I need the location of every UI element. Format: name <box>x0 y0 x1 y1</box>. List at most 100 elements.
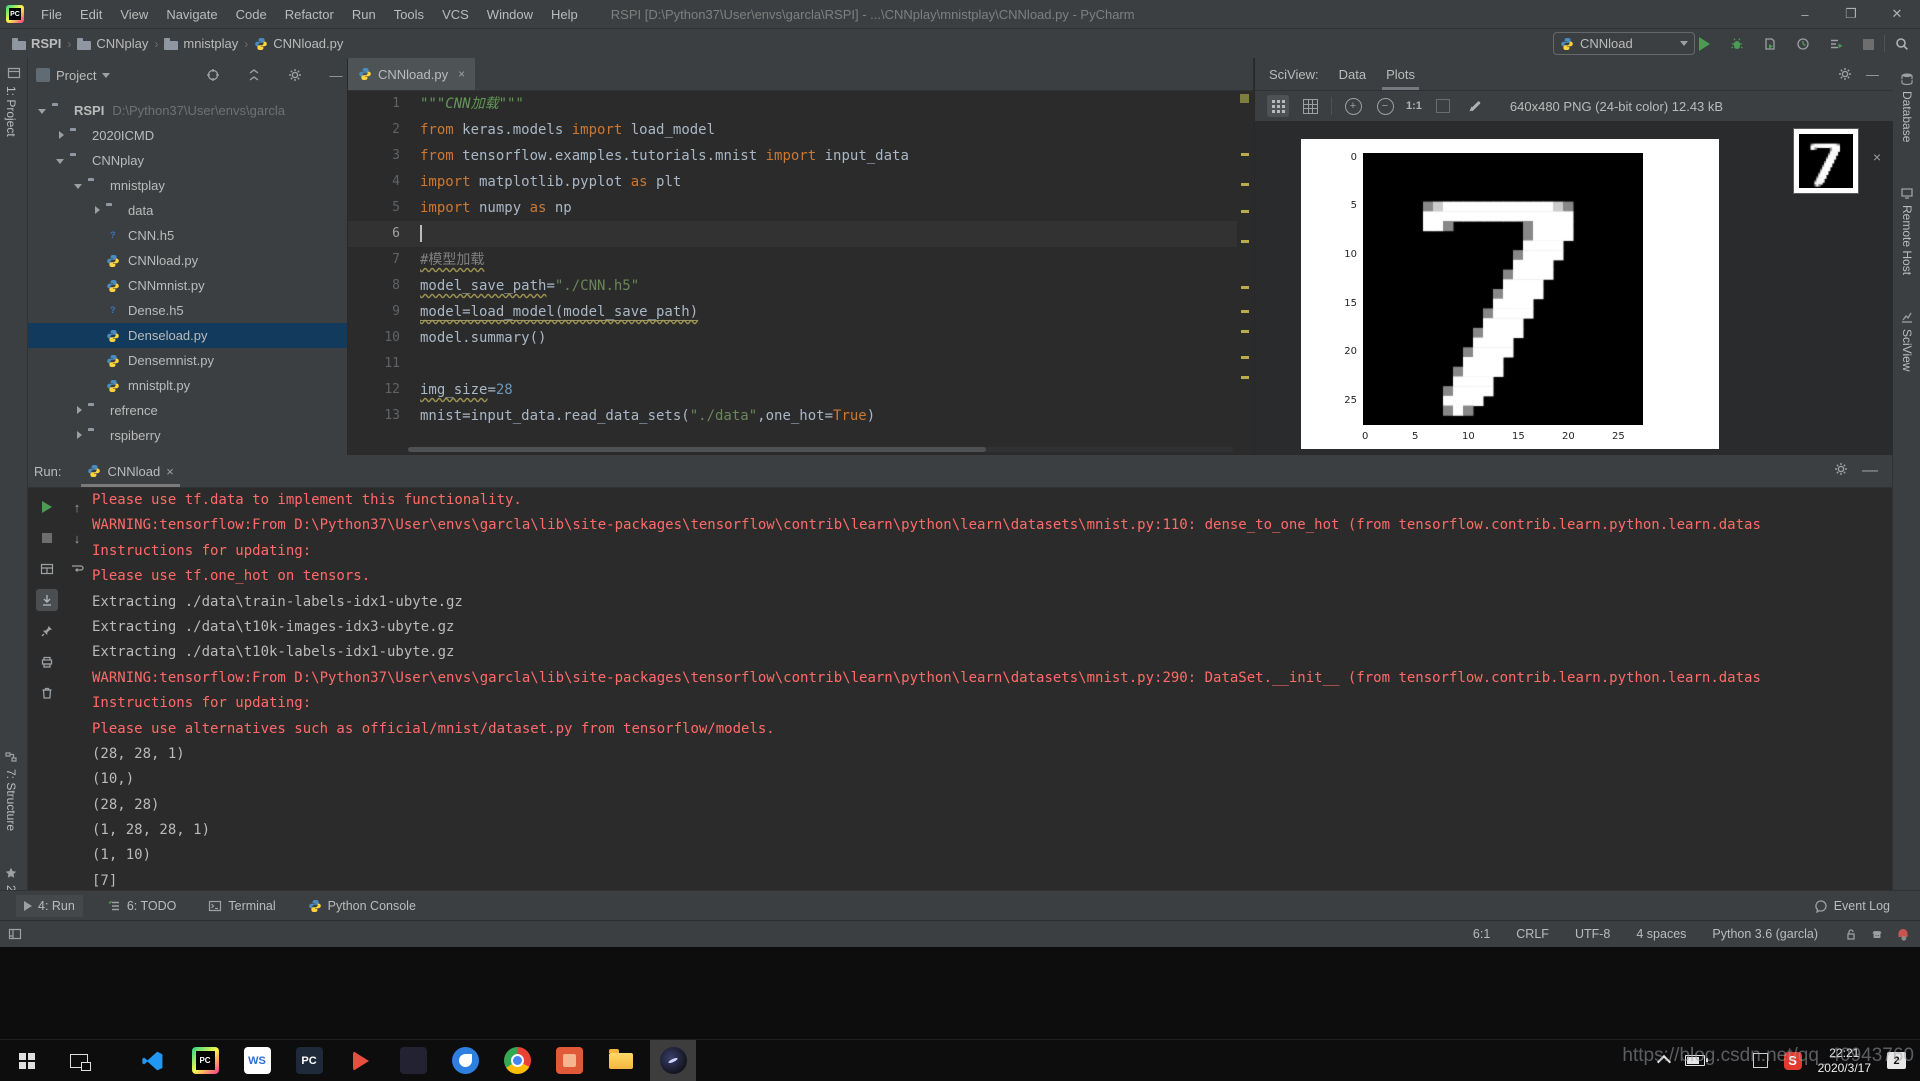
plot-viewport[interactable]: 05101520250510152025 × <box>1255 121 1893 455</box>
toolwindow-switcher-icon[interactable] <box>8 927 22 941</box>
taskbar-clock[interactable]: 22:21 2020/3/17 <box>1818 1046 1871 1076</box>
input-indicator-icon[interactable] <box>1753 1053 1768 1068</box>
maximize-button[interactable]: ❐ <box>1828 0 1874 28</box>
taskbar-app-redapp[interactable] <box>338 1040 384 1081</box>
locate-file-button[interactable] <box>202 65 224 85</box>
menu-window[interactable]: Window <box>478 3 542 26</box>
run-tab-close-icon[interactable]: × <box>166 464 174 479</box>
eyedropper-button[interactable] <box>1464 95 1486 117</box>
tree-item-mnistplay[interactable]: mnistplay <box>28 173 347 198</box>
interpreter-label[interactable]: Python 3.6 (garcla) <box>1712 927 1818 941</box>
inspections-indicator[interactable] <box>1240 94 1249 103</box>
hide-panel-button[interactable]: — <box>325 65 347 85</box>
gear-icon[interactable] <box>1838 67 1852 82</box>
sidebar-item-structure[interactable]: 7: Structure <box>4 750 18 831</box>
soft-wrap-button[interactable] <box>66 558 88 580</box>
tree-item-cnnplay[interactable]: CNNplay <box>28 148 347 173</box>
battery-icon[interactable] <box>1685 1055 1705 1066</box>
taskbar-app-pc[interactable]: PC <box>286 1040 332 1081</box>
tab-close-icon[interactable]: × <box>458 67 465 81</box>
zoom-out-button[interactable]: − <box>1374 95 1396 117</box>
run-tab-cnnload[interactable]: CNNload × <box>79 455 181 487</box>
profiler-button[interactable] <box>1793 34 1813 54</box>
indent-setting[interactable]: 4 spaces <box>1636 927 1686 941</box>
tree-item-cnn-h5[interactable]: ?CNN.h5 <box>28 223 347 248</box>
sidebar-item-sciview[interactable]: SciView <box>1900 310 1914 371</box>
close-button[interactable]: ✕ <box>1874 0 1920 28</box>
tree-item-mnistplt-py[interactable]: mnistplt.py <box>28 373 347 398</box>
sidebar-item-database[interactable]: Database <box>1900 72 1914 142</box>
tree-item-rspi[interactable]: RSPID:\Python37\User\envs\garcla <box>28 98 347 123</box>
plot-thumbnail[interactable] <box>1794 129 1858 193</box>
notification-center-button[interactable]: 2 <box>1887 1052 1906 1069</box>
breadcrumb-item[interactable]: CNNplay <box>77 36 148 51</box>
tree-item-refrence[interactable]: refrence <box>28 398 347 423</box>
code-area[interactable]: 1"""CNN加载"""2from keras.models import lo… <box>348 91 1237 457</box>
menu-run[interactable]: Run <box>343 3 385 26</box>
sidebar-item-remote-host[interactable]: Remote Host <box>1900 186 1914 275</box>
chevron-collapsed-icon[interactable] <box>56 131 66 141</box>
taskbar-app-vscode[interactable] <box>130 1040 176 1081</box>
tab-plots[interactable]: Plots <box>1376 58 1425 90</box>
grid-button[interactable] <box>1299 95 1321 117</box>
restore-layout-button[interactable] <box>36 558 58 580</box>
breadcrumb-item[interactable]: CNNload.py <box>254 36 343 51</box>
hide-panel-button[interactable]: — <box>1862 462 1878 480</box>
menu-view[interactable]: View <box>111 3 157 26</box>
run-configuration-select[interactable]: CNNload <box>1553 32 1695 55</box>
concurrency-diagram-button[interactable] <box>1826 34 1846 54</box>
print-button[interactable] <box>36 651 58 673</box>
tree-item-2020icmd[interactable]: 2020ICMD <box>28 123 347 148</box>
down-stack-button[interactable]: ↓ <box>66 527 88 549</box>
hector-inspector-icon[interactable] <box>1870 927 1884 941</box>
chevron-expanded-icon[interactable] <box>38 106 48 116</box>
event-log-button[interactable]: Event Log <box>1814 899 1890 913</box>
chevron-expanded-icon[interactable] <box>56 156 66 166</box>
tree-item-densemnist-py[interactable]: Densemnist.py <box>28 348 347 373</box>
stop-button[interactable] <box>36 527 58 549</box>
taskbar-app-pycharm[interactable]: PC <box>182 1040 228 1081</box>
panel-settings-button[interactable] <box>284 65 306 85</box>
menu-help[interactable]: Help <box>542 3 587 26</box>
thumbnail-close-icon[interactable]: × <box>1873 149 1881 165</box>
scroll-to-end-button[interactable] <box>36 589 58 611</box>
toolwindow-todo[interactable]: 6: TODO <box>99 895 185 917</box>
tree-item-cnnload-py[interactable]: CNNload.py <box>28 248 347 273</box>
debug-button[interactable] <box>1727 34 1747 54</box>
breadcrumb-item[interactable]: mnistplay <box>164 36 238 51</box>
minimize-button[interactable]: – <box>1782 0 1828 28</box>
pin-tab-button[interactable] <box>36 620 58 642</box>
menu-code[interactable]: Code <box>227 3 276 26</box>
zoom-in-button[interactable]: + <box>1342 95 1364 117</box>
taskbar-app-calculator[interactable] <box>390 1040 436 1081</box>
taskbar-app-orangeapp[interactable] <box>546 1040 592 1081</box>
editor-horizontal-scrollbar[interactable] <box>408 447 1233 452</box>
caret-position[interactable]: 6:1 <box>1473 927 1490 941</box>
project-panel-title[interactable]: Project <box>56 68 96 83</box>
menu-vcs[interactable]: VCS <box>433 3 478 26</box>
menu-refactor[interactable]: Refactor <box>276 3 343 26</box>
breadcrumb-item[interactable]: RSPI <box>12 36 61 51</box>
lock-icon[interactable] <box>1844 927 1858 941</box>
taskbar-app-explorer[interactable] <box>598 1040 644 1081</box>
menu-navigate[interactable]: Navigate <box>157 3 226 26</box>
rerun-button[interactable] <box>36 496 58 518</box>
tray-expand-chevron-icon[interactable] <box>1659 1054 1669 1067</box>
chevron-expanded-icon[interactable] <box>74 181 84 191</box>
stop-button[interactable] <box>1858 34 1878 54</box>
taskbar-app-blueapp[interactable] <box>442 1040 488 1081</box>
taskbar-app-galaxy[interactable] <box>650 1040 696 1081</box>
chevron-collapsed-icon[interactable] <box>74 431 84 441</box>
run-with-coverage-button[interactable] <box>1760 34 1780 54</box>
fit-zoom-button[interactable] <box>1267 95 1289 117</box>
run-button[interactable] <box>1694 34 1714 54</box>
taskbar-app-wps[interactable]: WS <box>234 1040 280 1081</box>
search-everywhere-button[interactable] <box>1892 34 1912 54</box>
sogou-tray-icon[interactable]: S <box>1784 1052 1802 1070</box>
file-encoding[interactable]: UTF-8 <box>1575 927 1610 941</box>
menu-tools[interactable]: Tools <box>385 3 433 26</box>
chevron-collapsed-icon[interactable] <box>74 406 84 416</box>
zoom-1-1-button[interactable]: 1:1 <box>1406 100 1422 112</box>
start-button[interactable] <box>4 1040 50 1081</box>
console-output[interactable]: Please use tf.data to implement this fun… <box>92 488 1892 890</box>
